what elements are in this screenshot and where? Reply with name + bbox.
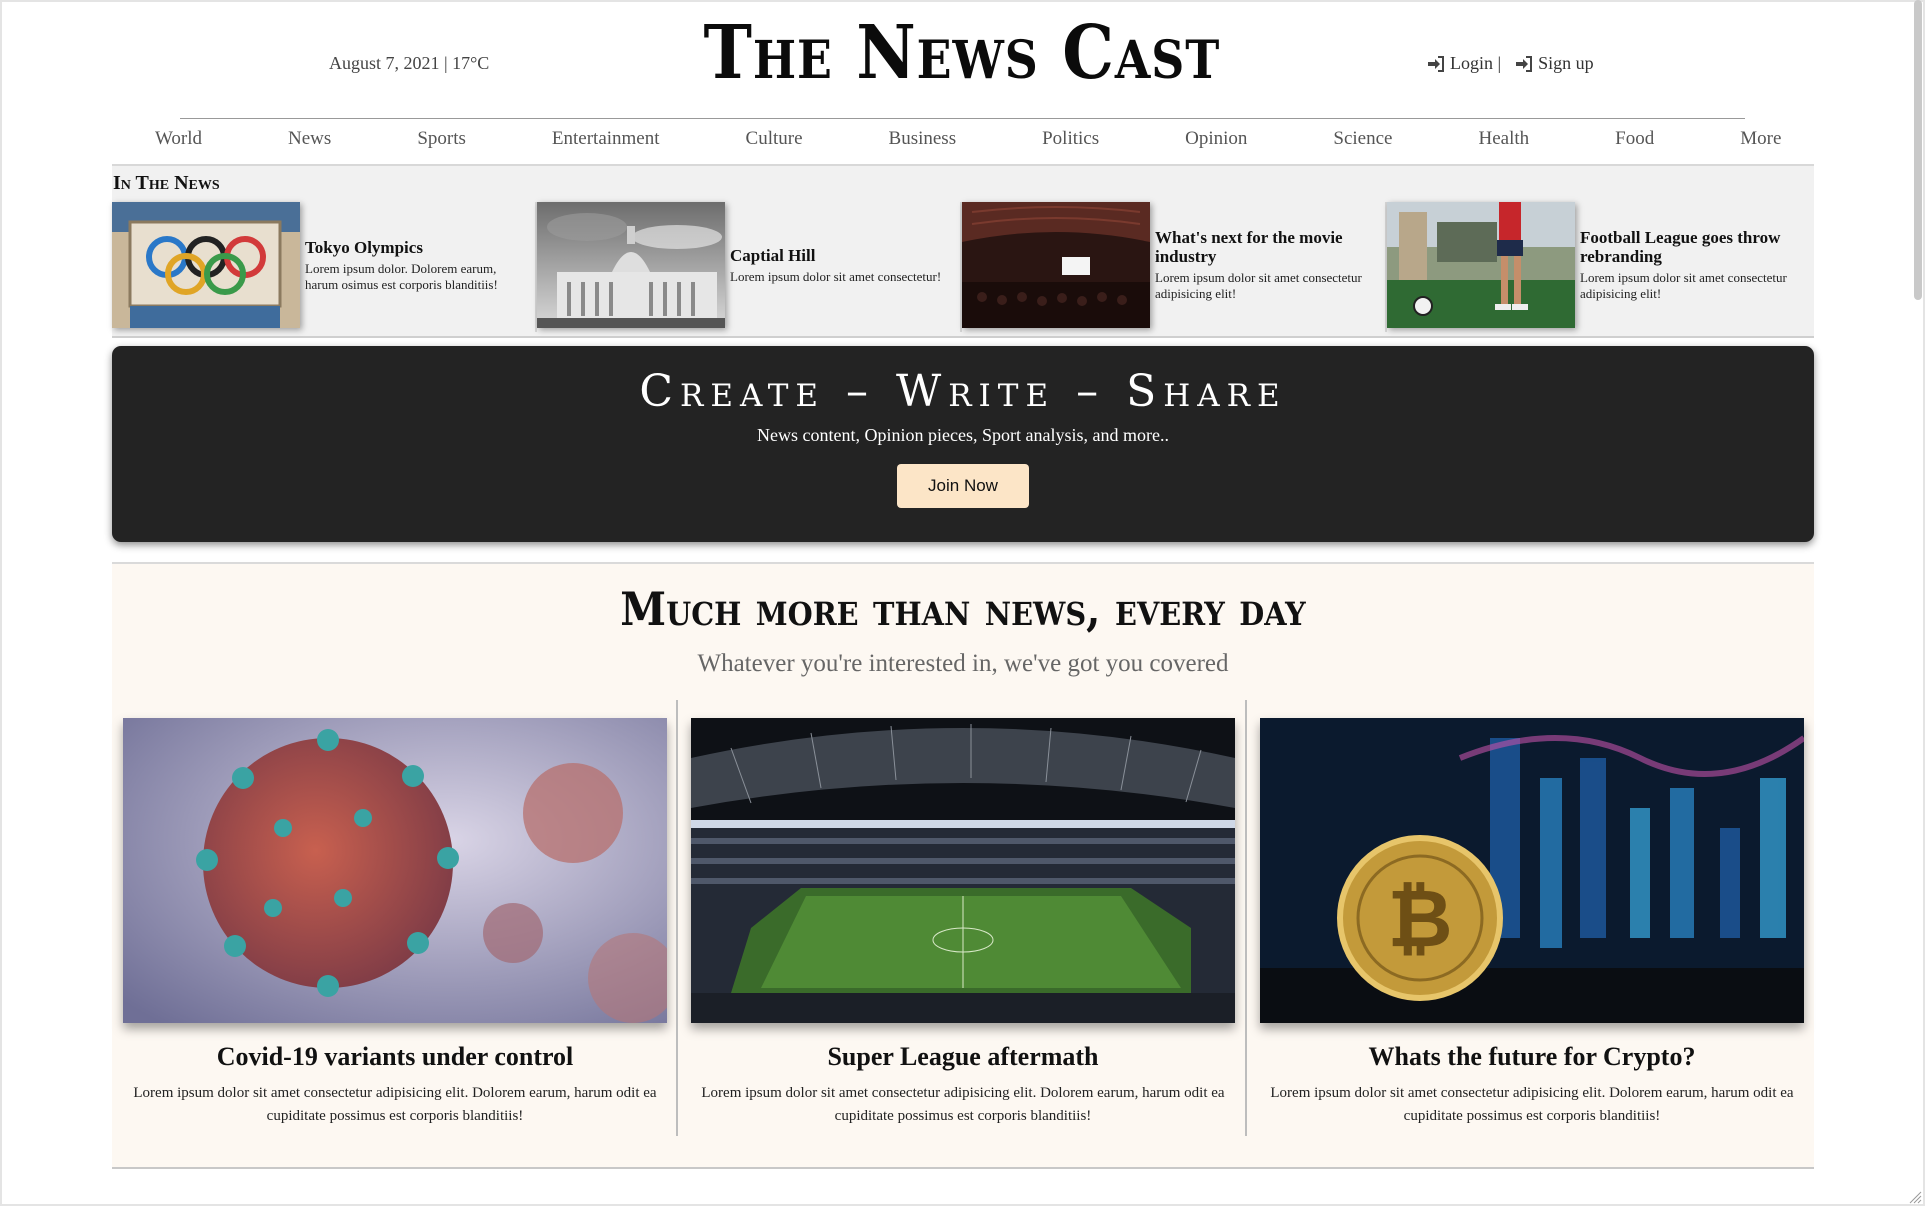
banner-title: Create – Write – Share	[639, 366, 1287, 417]
sign-in-icon	[1516, 55, 1533, 72]
svg-text:₿: ₿	[1387, 872, 1452, 965]
sign-in-icon	[1428, 55, 1444, 72]
in-the-news-heading: In The News	[113, 172, 220, 194]
auth-links: Login | Sign up	[1427, 53, 1594, 74]
nav-item-news[interactable]: News	[245, 122, 374, 162]
in-the-news-strip: In The News Tokyo Olympics Lorem ipsum d…	[112, 166, 1814, 338]
nav-item-business[interactable]: Business	[846, 122, 1000, 162]
news-card-title: Football League goes throw rebranding	[1580, 228, 1781, 266]
column-divider	[1245, 700, 1247, 1136]
signup-link[interactable]: Sign up	[1515, 53, 1594, 74]
news-card-title: Captial Hill	[730, 245, 816, 265]
feature-card-super-league[interactable]: Super League aftermath Lorem ipsum dolor…	[691, 698, 1235, 1132]
column-divider	[676, 700, 678, 1136]
capitol-image	[537, 202, 725, 328]
nav-item-politics[interactable]: Politics	[999, 122, 1142, 162]
login-label: Login |	[1450, 53, 1502, 73]
news-card-text: Lorem ipsum dolor sit amet consectetur!	[730, 268, 942, 284]
news-card-football-league[interactable]: Football League goes throw rebranding Lo…	[1387, 202, 1812, 332]
nav-item-food[interactable]: Food	[1572, 122, 1697, 162]
features-tagline: Whatever you're interested in, we've got…	[697, 650, 1229, 677]
features-heading: Much more than news, every day	[620, 582, 1306, 636]
signup-label: Sign up	[1538, 53, 1594, 73]
nav-item-more[interactable]: More	[1697, 122, 1824, 162]
nav-item-world[interactable]: World	[112, 122, 245, 162]
header-divider	[180, 118, 1745, 119]
nav-item-opinion[interactable]: Opinion	[1142, 122, 1290, 162]
virus-image	[123, 718, 667, 1023]
nav-item-sports[interactable]: Sports	[374, 122, 509, 162]
news-card-text: Lorem ipsum dolor sit amet consectetur a…	[1580, 270, 1787, 301]
join-now-button[interactable]: Join Now	[897, 464, 1029, 508]
feature-title: Covid-19 variants under control	[216, 1042, 574, 1071]
feature-title: Super League aftermath	[827, 1042, 1099, 1071]
olympic-rings-image	[112, 202, 300, 328]
banner-subtitle: News content, Opinion pieces, Sport anal…	[757, 425, 1169, 445]
news-card-title: What's next for the movie industry	[1155, 228, 1343, 266]
news-card-title: Tokyo Olympics	[305, 237, 423, 257]
news-card-movie-industry[interactable]: What's next for the movie industry Lorem…	[962, 202, 1387, 332]
feature-card-crypto[interactable]: ₿ Whats the future for Crypto? Lorem ips…	[1260, 698, 1804, 1132]
movie-theater-image	[962, 202, 1150, 328]
site-header: August 7, 2021 | 17°C The News Cast Logi…	[0, 0, 1925, 120]
stadium-image	[691, 718, 1235, 1023]
bitcoin-image: ₿	[1260, 718, 1804, 1023]
nav-item-entertainment[interactable]: Entertainment	[509, 122, 703, 162]
nav-item-science[interactable]: Science	[1290, 122, 1435, 162]
news-card-capitol-hill[interactable]: Captial Hill Lorem ipsum dolor sit amet …	[537, 202, 962, 332]
nav-item-culture[interactable]: Culture	[703, 122, 846, 162]
feature-title: Whats the future for Crypto?	[1368, 1042, 1696, 1071]
news-card-text: Lorem ipsum dolor. Dolorem earum, harum …	[305, 260, 498, 292]
promo-banner: Create – Write – Share News content, Opi…	[112, 346, 1814, 542]
feature-text: Lorem ipsum dolor sit amet consectetur a…	[701, 1085, 1225, 1124]
feature-text: Lorem ipsum dolor sit amet consectetur a…	[1270, 1085, 1794, 1124]
features-section: Much more than news, every day Whatever …	[112, 562, 1814, 1169]
scrollbar-thumb[interactable]	[1914, 0, 1922, 300]
nav-item-health[interactable]: Health	[1435, 122, 1572, 162]
news-card-text: Lorem ipsum dolor sit amet consectetur a…	[1155, 270, 1362, 301]
main-nav: World News Sports Entertainment Culture …	[112, 122, 1814, 162]
news-card-tokyo-olympics[interactable]: Tokyo Olympics Lorem ipsum dolor. Dolore…	[112, 202, 537, 332]
feature-card-covid[interactable]: Covid-19 variants under control Lorem ip…	[123, 698, 667, 1132]
football-player-image	[1387, 202, 1575, 328]
resize-grip-icon[interactable]	[1908, 1190, 1922, 1204]
login-link[interactable]: Login |	[1427, 53, 1501, 74]
feature-text: Lorem ipsum dolor sit amet consectetur a…	[133, 1085, 657, 1124]
